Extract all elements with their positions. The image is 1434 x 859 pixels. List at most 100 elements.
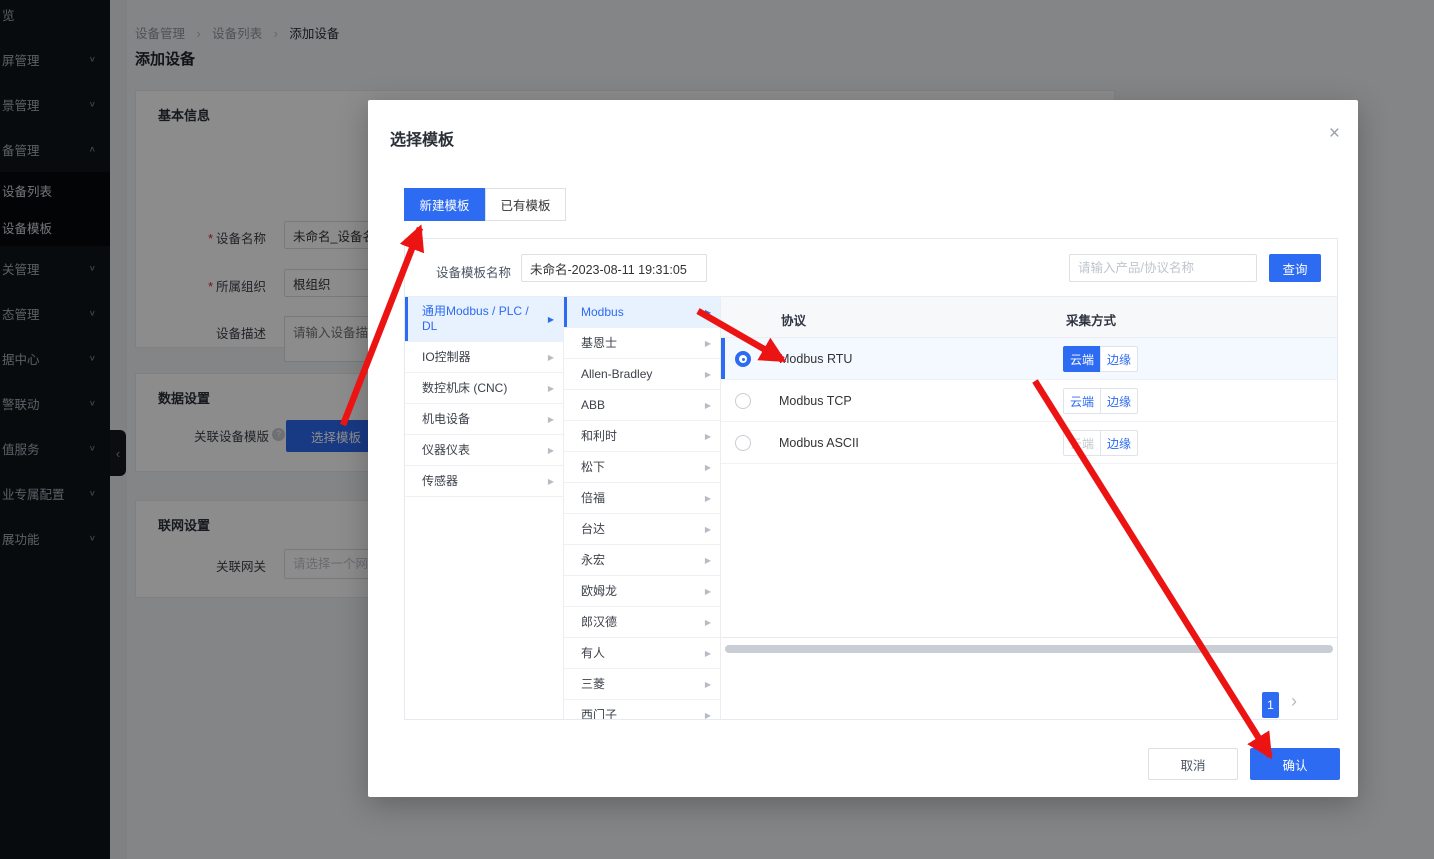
brand-label: 松下	[581, 460, 605, 475]
chevron-right-icon	[705, 676, 711, 692]
chevron-right-icon	[705, 304, 711, 320]
chevron-right-icon	[705, 335, 711, 351]
category-label: 机电设备	[422, 412, 470, 427]
brand-item[interactable]: 松下	[564, 452, 720, 483]
chevron-right-icon	[705, 583, 711, 599]
pagination-page-1[interactable]: 1	[1262, 692, 1279, 718]
category-label: 通用Modbus / PLC / DL	[422, 304, 539, 334]
horizontal-scrollbar[interactable]	[725, 645, 1333, 653]
close-icon[interactable]: ×	[1329, 124, 1340, 143]
brand-item[interactable]: 倍福	[564, 483, 720, 514]
brand-item[interactable]: Modbus	[564, 297, 720, 328]
template-tabs: 新建模板 已有模板	[404, 188, 566, 221]
cancel-button[interactable]: 取消	[1148, 748, 1238, 780]
category-label: IO控制器	[422, 350, 471, 365]
protocol-rows: Modbus RTU 云端 边缘 Modbus TCP	[721, 338, 1337, 464]
template-name-input[interactable]	[521, 254, 707, 282]
collect-method-buttons: 云端 边缘	[1063, 430, 1138, 456]
chevron-right-icon	[548, 311, 554, 327]
protocol-name: Modbus TCP	[779, 394, 852, 408]
brand-item[interactable]: ABB	[564, 390, 720, 421]
edge-button[interactable]: 边缘	[1100, 346, 1138, 372]
brand-item[interactable]: 基恩士	[564, 328, 720, 359]
brand-item[interactable]: 台达	[564, 514, 720, 545]
brand-label: 倍福	[581, 491, 605, 506]
search-input[interactable]	[1069, 254, 1257, 282]
category-item[interactable]: 机电设备	[405, 404, 563, 435]
chevron-right-icon	[548, 349, 554, 365]
tab-new-template[interactable]: 新建模板	[404, 188, 485, 221]
brand-item[interactable]: 西门子	[564, 700, 720, 720]
chevron-right-icon	[548, 442, 554, 458]
confirm-button[interactable]: 确认	[1250, 748, 1340, 780]
chevron-right-icon	[548, 411, 554, 427]
brand-label: ABB	[581, 398, 605, 413]
brand-item[interactable]: 欧姆龙	[564, 576, 720, 607]
brand-label: 三菱	[581, 677, 605, 692]
template-name-row: 设备模板名称 查询	[405, 239, 1337, 297]
table-bottom-border	[721, 637, 1337, 638]
select-template-modal: 选择模板 × 新建模板 已有模板 设备模板名称 查询 通用Modbus / PL…	[368, 100, 1358, 797]
protocol-name: Modbus ASCII	[779, 436, 859, 450]
cloud-button[interactable]: 云端	[1063, 346, 1101, 372]
chevron-right-icon	[705, 459, 711, 475]
search-button[interactable]: 查询	[1269, 254, 1321, 282]
category-item[interactable]: IO控制器	[405, 342, 563, 373]
chevron-right-icon	[705, 521, 711, 537]
template-name-label: 设备模板名称	[436, 262, 511, 281]
chevron-right-icon	[705, 614, 711, 630]
category-item[interactable]: 通用Modbus / PLC / DL	[405, 297, 563, 342]
brand-item[interactable]: 和利时	[564, 421, 720, 452]
protocol-column-header: 协议	[781, 310, 806, 329]
brand-label: 永宏	[581, 553, 605, 568]
brand-column: Modbus 基恩士 Allen-Bradley	[564, 297, 721, 719]
cloud-button[interactable]: 云端	[1063, 388, 1101, 414]
radio-button[interactable]	[735, 393, 751, 409]
collect-method-buttons: 云端 边缘	[1063, 346, 1138, 372]
chevron-right-icon	[705, 428, 711, 444]
edge-button[interactable]: 边缘	[1100, 388, 1138, 414]
brand-item[interactable]: 永宏	[564, 545, 720, 576]
radio-button[interactable]	[735, 351, 751, 367]
protocol-row[interactable]: Modbus RTU 云端 边缘	[721, 338, 1337, 380]
category-label: 数控机床 (CNC)	[422, 381, 507, 396]
edge-button[interactable]: 边缘	[1100, 430, 1138, 456]
brand-label: Allen-Bradley	[581, 367, 652, 382]
chevron-right-icon	[705, 366, 711, 382]
pagination-next-icon[interactable]: ›	[1291, 691, 1297, 712]
brand-label: 欧姆龙	[581, 584, 617, 599]
modal-title: 选择模板	[390, 126, 454, 150]
brand-label: 郎汉德	[581, 615, 617, 630]
chevron-right-icon	[705, 552, 711, 568]
protocol-row[interactable]: Modbus TCP 云端 边缘	[721, 380, 1337, 422]
selector-columns: 通用Modbus / PLC / DL IO控制器 数控机床 (CNC)	[405, 297, 1337, 719]
category-item[interactable]: 仪器仪表	[405, 435, 563, 466]
cloud-button[interactable]: 云端	[1063, 430, 1101, 456]
radio-button[interactable]	[735, 435, 751, 451]
brand-label: 西门子	[581, 708, 617, 721]
brand-label: 和利时	[581, 429, 617, 444]
protocol-table-header: 协议 采集方式	[721, 297, 1337, 338]
chevron-right-icon	[705, 707, 711, 720]
brand-label: 基恩士	[581, 336, 617, 351]
tab-existing-template[interactable]: 已有模板	[485, 188, 566, 221]
brand-item[interactable]: 郎汉德	[564, 607, 720, 638]
method-column-header: 采集方式	[1066, 310, 1116, 329]
protocol-row[interactable]: Modbus ASCII 云端 边缘	[721, 422, 1337, 464]
brand-item[interactable]: 有人	[564, 638, 720, 669]
protocol-name: Modbus RTU	[779, 352, 852, 366]
category-label: 仪器仪表	[422, 443, 470, 458]
brand-item[interactable]: Allen-Bradley	[564, 359, 720, 390]
protocol-panel: 协议 采集方式 Modbus RTU 云端 边缘	[721, 297, 1337, 719]
category-item[interactable]: 传感器	[405, 466, 563, 497]
chevron-right-icon	[705, 397, 711, 413]
chevron-right-icon	[705, 645, 711, 661]
template-selector-panel: 设备模板名称 查询 通用Modbus / PLC / DL IO控制器	[404, 238, 1338, 720]
collect-method-buttons: 云端 边缘	[1063, 388, 1138, 414]
brand-item[interactable]: 三菱	[564, 669, 720, 700]
category-item[interactable]: 数控机床 (CNC)	[405, 373, 563, 404]
brand-label: Modbus	[581, 305, 624, 320]
category-column: 通用Modbus / PLC / DL IO控制器 数控机床 (CNC)	[405, 297, 564, 719]
chevron-right-icon	[705, 490, 711, 506]
brand-label: 台达	[581, 522, 605, 537]
